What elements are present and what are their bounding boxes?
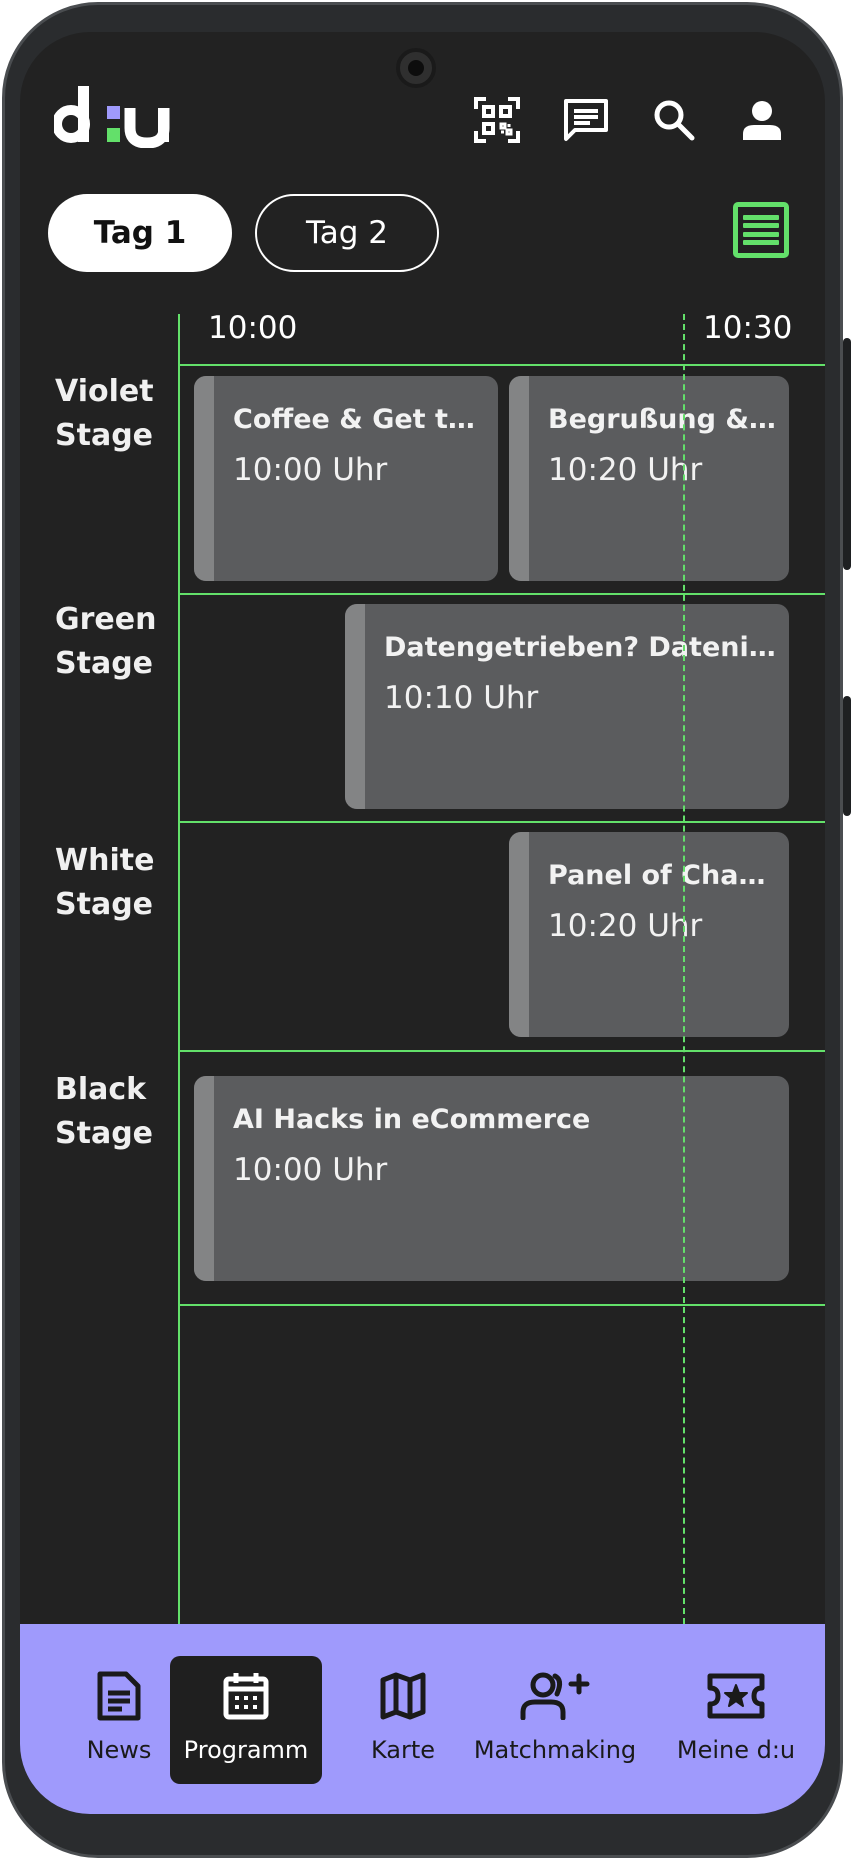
time-label-end: 10:30: [703, 310, 793, 346]
row-divider: [178, 821, 825, 823]
session-accent-bar: [509, 376, 529, 581]
bottom-navigation: News Programm Karte Matchmaking Meine d:…: [20, 1624, 825, 1814]
session-time: 10:20 Uhr: [548, 908, 703, 944]
map-icon: [380, 1668, 426, 1724]
session-card[interactable]: AI Hacks in eCommerce 10:00 Uhr: [194, 1076, 789, 1281]
session-title: Datengetrieben? Datenins…: [384, 632, 779, 663]
nav-label: Matchmaking: [473, 1736, 637, 1764]
search-icon[interactable]: [646, 92, 702, 148]
stage-label-black: Black Stage: [55, 1072, 154, 1151]
session-card[interactable]: Coffee & Get to … 10:00 Uhr: [194, 376, 498, 581]
front-camera: [396, 48, 436, 88]
nav-label: Meine d:u: [676, 1736, 796, 1764]
nav-matchmaking[interactable]: Matchmaking: [469, 1656, 641, 1784]
nav-programm[interactable]: Programm: [170, 1656, 322, 1784]
nav-news[interactable]: News: [54, 1656, 184, 1784]
row-divider: [178, 1050, 825, 1052]
session-time: 10:20 Uhr: [548, 452, 703, 488]
stage-label-white: White Stage: [55, 843, 155, 922]
session-card[interactable]: Panel of Cham … 10:20 Uhr: [509, 832, 789, 1037]
session-accent-bar: [194, 1076, 214, 1281]
nav-label: Karte: [370, 1736, 436, 1764]
session-time: 10:00 Uhr: [233, 452, 388, 488]
nav-karte[interactable]: Karte: [343, 1656, 463, 1784]
session-time: 10:00 Uhr: [233, 1152, 388, 1188]
tab-day-1[interactable]: Tag 1: [48, 194, 232, 272]
session-title: Panel of Cham …: [548, 860, 779, 891]
session-card[interactable]: Datengetrieben? Datenins… 10:10 Uhr: [345, 604, 789, 809]
qr-code-icon[interactable]: [469, 92, 525, 148]
add-user-icon: [519, 1668, 591, 1724]
session-card[interactable]: Begrußung & E… 10:20 Uhr: [509, 376, 789, 581]
volume-button: [843, 696, 851, 816]
session-time: 10:10 Uhr: [384, 680, 539, 716]
app-screen: Tag 1 Tag 2 10:00 10:30 Violet Stage Gre…: [20, 32, 825, 1814]
session-accent-bar: [345, 604, 365, 809]
session-title: AI Hacks in eCommerce: [233, 1104, 591, 1135]
time-label-start: 10:00: [208, 310, 298, 346]
list-view-icon[interactable]: [733, 202, 789, 258]
user-icon[interactable]: [734, 92, 790, 148]
current-time-indicator: [683, 314, 685, 1624]
power-button: [843, 338, 851, 570]
chat-icon[interactable]: [558, 92, 614, 148]
tab-day-2[interactable]: Tag 2: [255, 194, 439, 272]
session-title: Coffee & Get to …: [233, 404, 488, 435]
row-divider: [178, 593, 825, 595]
app-logo: [54, 78, 180, 148]
stage-label-green: Green Stage: [55, 602, 157, 681]
news-icon: [96, 1668, 142, 1724]
nav-label: News: [86, 1736, 152, 1764]
row-divider: [178, 1304, 825, 1306]
timeline-axis: [178, 314, 180, 1632]
nav-label: Programm: [183, 1736, 309, 1764]
row-divider: [178, 364, 825, 366]
stage-label-violet: Violet Stage: [55, 374, 154, 453]
calendar-icon: [223, 1668, 269, 1724]
session-title: Begrußung & E…: [548, 404, 779, 435]
session-accent-bar: [194, 376, 214, 581]
session-accent-bar: [509, 832, 529, 1037]
ticket-star-icon: [707, 1668, 765, 1724]
nav-meine-du[interactable]: Meine d:u: [660, 1656, 812, 1784]
